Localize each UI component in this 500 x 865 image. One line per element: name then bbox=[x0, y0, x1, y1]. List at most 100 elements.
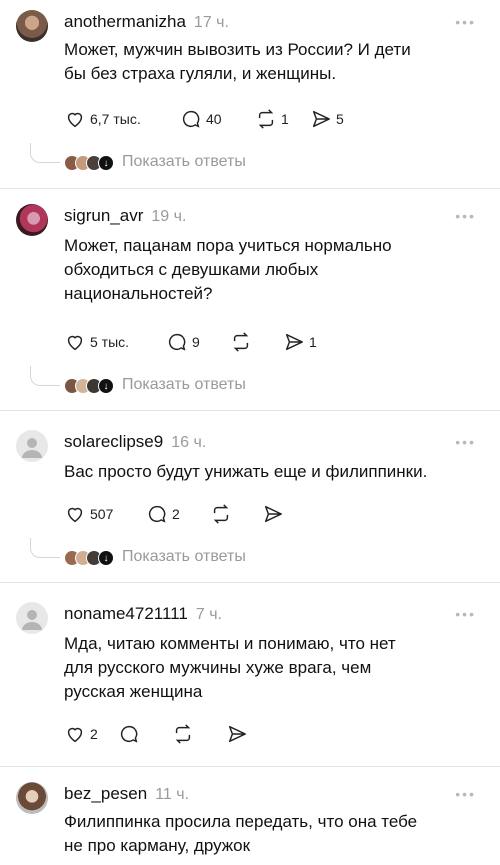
like-count: 5 тыс. bbox=[90, 334, 130, 350]
like-count: 2 bbox=[90, 726, 98, 742]
post-text-line: бы без страха гуляли, и женщины. bbox=[64, 64, 337, 83]
like-button[interactable]: 507 bbox=[64, 503, 146, 525]
comment-button[interactable]: 2 bbox=[146, 503, 210, 525]
post-text-line: Может, пацанам пора учиться нормально bbox=[64, 236, 392, 255]
share-button[interactable]: 1 bbox=[283, 331, 317, 353]
like-button[interactable]: 6,7 тыс. bbox=[64, 108, 180, 130]
reply-avatars: ↓ bbox=[64, 378, 114, 394]
show-replies-link[interactable]: Показать ответы bbox=[122, 376, 246, 394]
more-options-icon[interactable]: ••• bbox=[455, 786, 476, 802]
comment-button[interactable]: 9 bbox=[166, 331, 230, 353]
heart-outline-icon bbox=[67, 335, 83, 351]
like-count: 507 bbox=[90, 506, 114, 522]
post-text-line: Филиппинка просила передать, что она теб… bbox=[64, 812, 418, 831]
avatar[interactable] bbox=[16, 602, 48, 634]
heart-outline-icon bbox=[67, 727, 83, 743]
send-arrow-icon bbox=[285, 333, 303, 351]
speech-bubble-icon bbox=[168, 333, 186, 351]
username[interactable]: solareclipse9 bbox=[64, 432, 163, 452]
action-bar: 2 bbox=[64, 722, 248, 746]
post-text-line: Может, мужчин вывозить из России? И дети bbox=[64, 40, 411, 59]
like-count: 6,7 тыс. bbox=[90, 111, 141, 127]
repost-arrows-icon bbox=[233, 332, 249, 352]
timestamp: 19 ч. bbox=[151, 208, 187, 225]
post-text-line: Вас просто будут унижать еще и филиппинк… bbox=[64, 462, 428, 481]
comment-button[interactable]: 40 bbox=[180, 108, 255, 130]
comment-count: 40 bbox=[206, 111, 222, 127]
repost-button[interactable] bbox=[210, 503, 262, 525]
reply-avatars: ↓ bbox=[64, 550, 114, 566]
send-arrow-icon bbox=[264, 505, 282, 523]
reply-avatars: ↓ bbox=[64, 155, 114, 171]
more-options-icon[interactable]: ••• bbox=[455, 14, 476, 30]
divider bbox=[0, 582, 500, 583]
avatar[interactable] bbox=[16, 204, 48, 236]
post-text-line: для русского мужчины хуже врага, чем bbox=[64, 658, 372, 677]
chevron-down-icon: ↓ bbox=[98, 550, 114, 566]
action-bar: 5 тыс. 9 1 bbox=[64, 330, 317, 354]
username[interactable]: bez_pesen bbox=[64, 784, 147, 804]
more-options-icon[interactable]: ••• bbox=[455, 208, 476, 224]
post-header: sigrun_avr 19 ч. bbox=[64, 206, 186, 226]
post-text-line: национальностей? bbox=[64, 284, 213, 303]
chevron-down-icon: ↓ bbox=[98, 378, 114, 394]
repost-arrows-icon bbox=[213, 504, 229, 524]
action-bar: 6,7 тыс. 40 1 5 bbox=[64, 107, 344, 131]
share-count: 1 bbox=[309, 334, 317, 350]
send-arrow-icon bbox=[228, 725, 246, 743]
post-text: Филиппинка просила передать, что она теб… bbox=[64, 810, 464, 858]
post-text-line: русская женщина bbox=[64, 682, 203, 701]
timestamp: 7 ч. bbox=[195, 606, 222, 623]
share-button[interactable] bbox=[226, 723, 248, 745]
share-button[interactable] bbox=[262, 503, 288, 525]
post-text-line: обходиться с девушками любых bbox=[64, 260, 319, 279]
action-bar: 507 2 bbox=[64, 502, 288, 526]
post-header: bez_pesen 11 ч. bbox=[64, 784, 189, 804]
post-header: anothermanizha 17 ч. bbox=[64, 12, 229, 32]
divider bbox=[0, 766, 500, 767]
repost-arrows-icon bbox=[258, 109, 274, 129]
timestamp: 11 ч. bbox=[155, 786, 190, 803]
post-text: Вас просто будут унижать еще и филиппинк… bbox=[64, 460, 464, 484]
repost-button[interactable]: 1 bbox=[255, 108, 310, 130]
speech-bubble-icon bbox=[148, 505, 166, 523]
post-text: Может, пацанам пора учиться нормально об… bbox=[64, 234, 464, 306]
comment-count: 2 bbox=[172, 506, 180, 522]
repost-button[interactable] bbox=[172, 723, 226, 745]
post-text-line: Мда, читаю комменты и понимаю, что нет bbox=[64, 634, 396, 653]
like-button[interactable]: 5 тыс. bbox=[64, 331, 166, 353]
share-button[interactable]: 5 bbox=[310, 108, 344, 130]
show-replies-link[interactable]: Показать ответы bbox=[122, 548, 246, 566]
avatar[interactable] bbox=[16, 430, 48, 462]
thread-line bbox=[30, 366, 60, 386]
username[interactable]: anothermanizha bbox=[64, 12, 186, 32]
send-arrow-icon bbox=[312, 110, 330, 128]
comment-button[interactable] bbox=[118, 723, 172, 745]
more-options-icon[interactable]: ••• bbox=[455, 434, 476, 450]
default-avatar-icon bbox=[22, 438, 42, 458]
divider bbox=[0, 188, 500, 189]
thread-line bbox=[30, 538, 60, 558]
timestamp: 16 ч. bbox=[171, 434, 207, 451]
default-avatar-icon bbox=[22, 610, 42, 630]
post-text: Мда, читаю комменты и понимаю, что нет д… bbox=[64, 632, 464, 704]
repost-button[interactable] bbox=[230, 331, 283, 353]
avatar[interactable] bbox=[16, 10, 48, 42]
avatar[interactable] bbox=[16, 782, 48, 814]
like-button[interactable]: 2 bbox=[64, 723, 118, 745]
more-options-icon[interactable]: ••• bbox=[455, 606, 476, 622]
speech-bubble-icon bbox=[120, 725, 138, 743]
post-header: noname4721111 7 ч. bbox=[64, 604, 222, 624]
heart-outline-icon bbox=[67, 112, 83, 128]
chevron-down-icon: ↓ bbox=[98, 155, 114, 171]
heart-outline-icon bbox=[67, 507, 83, 523]
repost-arrows-icon bbox=[175, 724, 191, 744]
speech-bubble-icon bbox=[182, 110, 200, 128]
share-count: 5 bbox=[336, 111, 344, 127]
show-replies-link[interactable]: Показать ответы bbox=[122, 153, 246, 171]
username[interactable]: noname4721111 bbox=[64, 604, 188, 624]
divider bbox=[0, 410, 500, 411]
post-header: solareclipse9 16 ч. bbox=[64, 432, 206, 452]
post-text: Может, мужчин вывозить из России? И дети… bbox=[64, 38, 464, 86]
username[interactable]: sigrun_avr bbox=[64, 206, 143, 226]
